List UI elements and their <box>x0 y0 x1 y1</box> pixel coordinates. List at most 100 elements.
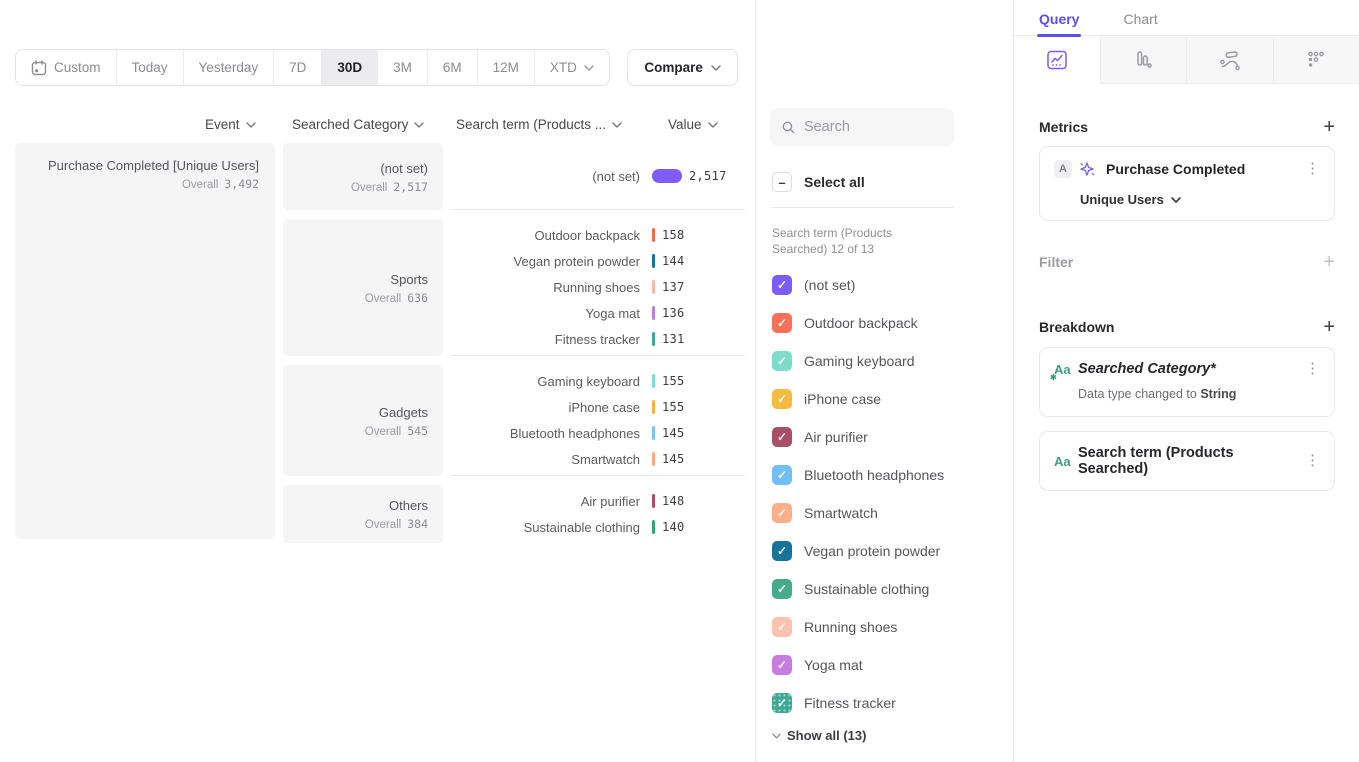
add-breakdown-button[interactable]: + <box>1323 320 1335 334</box>
search-box[interactable] <box>770 108 954 146</box>
select-all-label: Select all <box>804 174 865 190</box>
metric-card[interactable]: A Purchase Completed ⋮ Unique Users <box>1039 146 1335 221</box>
legend-item[interactable]: ✓ Yoga mat <box>770 646 995 684</box>
term-row[interactable]: iPhone case 155 <box>450 394 745 420</box>
category-cell[interactable]: Others Overall384 <box>283 485 443 543</box>
legend-item[interactable]: ✓ Bluetooth headphones <box>770 456 995 494</box>
date-range-12m[interactable]: 12M <box>478 50 535 85</box>
term-row[interactable]: Air purifier 148 <box>450 488 745 514</box>
date-range-6m[interactable]: 6M <box>428 50 478 85</box>
breakdown-section-header: Breakdown + <box>1039 319 1335 335</box>
item-checkbox[interactable]: ✓ <box>772 465 792 485</box>
legend-item[interactable]: ✓ Air purifier <box>770 418 995 456</box>
term-label: Air purifier <box>450 494 640 509</box>
report-tab-retention[interactable] <box>1274 36 1359 84</box>
term-label: iPhone case <box>450 400 640 415</box>
show-all-toggle[interactable]: Show all (13) <box>770 728 995 743</box>
item-checkbox[interactable]: ✓ <box>772 313 792 333</box>
tab-query[interactable]: Query <box>1039 0 1079 35</box>
measure-selector[interactable]: Unique Users <box>1080 192 1320 207</box>
legend-item[interactable]: ✓ Outdoor backpack <box>770 304 995 342</box>
filter-title: Filter <box>1039 254 1073 270</box>
date-range-custom[interactable]: Custom <box>16 50 117 85</box>
compare-button[interactable]: Compare <box>627 49 738 86</box>
term-row[interactable]: Bluetooth headphones 145 <box>450 420 745 446</box>
select-all-checkbox[interactable]: – <box>772 172 792 192</box>
date-range-xtd[interactable]: XTD <box>535 50 609 85</box>
term-row[interactable]: Sustainable clothing 140 <box>450 514 745 540</box>
report-tab-funnels[interactable] <box>1101 36 1188 84</box>
item-checkbox[interactable]: ✓ <box>772 541 792 561</box>
term-rows: (not set) 2,517 <box>450 143 745 210</box>
date-range-today[interactable]: Today <box>117 50 184 85</box>
term-value: 155 <box>662 374 685 388</box>
category-cell[interactable]: Sports Overall636 <box>283 219 443 356</box>
term-value: 140 <box>662 520 685 534</box>
breakdown-kebab-menu[interactable]: ⋮ <box>1305 362 1320 376</box>
breakdown-card[interactable]: Aa Search term (Products Searched) ⋮ <box>1039 431 1335 491</box>
legend-item[interactable]: ✓ Running shoes <box>770 608 995 646</box>
category-group: (not set) Overall2,517 (not set) 2,517 <box>283 143 745 210</box>
term-row[interactable]: Yoga mat 136 <box>450 300 745 326</box>
breakdown-kebab-menu[interactable]: ⋮ <box>1305 454 1320 468</box>
term-value: 148 <box>662 494 685 508</box>
term-row[interactable]: Running shoes 137 <box>450 274 745 300</box>
add-metric-button[interactable]: + <box>1323 120 1335 134</box>
term-row[interactable]: (not set) 2,517 <box>450 163 745 189</box>
column-header-event[interactable]: Event <box>205 117 256 132</box>
item-checkbox[interactable]: ✓ <box>772 693 792 713</box>
event-sparkle-icon <box>1079 161 1096 178</box>
date-range-yesterday[interactable]: Yesterday <box>184 50 275 85</box>
event-cell[interactable]: Purchase Completed [Unique Users] Overal… <box>15 143 275 539</box>
breakdown-note: Data type changed to String <box>1078 387 1320 401</box>
breakdown-card[interactable]: Aa✱ Searched Category* ⋮ Data type chang… <box>1039 347 1335 417</box>
search-input[interactable] <box>804 119 942 135</box>
legend-item[interactable]: ✓ Fitness tracker <box>770 684 995 722</box>
category-name: Others <box>298 497 428 514</box>
item-checkbox[interactable]: ✓ <box>772 617 792 637</box>
item-checkbox[interactable]: ✓ <box>772 579 792 599</box>
legend-item[interactable]: ✓ Vegan protein powder <box>770 532 995 570</box>
category-cell[interactable]: (not set) Overall2,517 <box>283 143 443 210</box>
item-checkbox[interactable]: ✓ <box>772 351 792 371</box>
term-row[interactable]: Smartwatch 145 <box>450 446 745 472</box>
date-range-7d[interactable]: 7D <box>274 50 322 85</box>
legend-item[interactable]: ✓ Sustainable clothing <box>770 570 995 608</box>
metric-kebab-menu[interactable]: ⋮ <box>1305 162 1320 176</box>
select-all-row[interactable]: – Select all <box>770 172 995 192</box>
item-checkbox[interactable]: ✓ <box>772 389 792 409</box>
term-label: Fitness tracker <box>450 332 640 347</box>
value-bar <box>652 400 655 414</box>
tab-chart[interactable]: Chart <box>1123 0 1157 35</box>
date-range-30d[interactable]: 30D <box>322 50 378 85</box>
date-range-3m[interactable]: 3M <box>378 50 428 85</box>
column-header-searched-category[interactable]: Searched Category <box>292 117 424 132</box>
legend-item[interactable]: ✓ Gaming keyboard <box>770 342 995 380</box>
legend-item[interactable]: ✓ (not set) <box>770 266 995 304</box>
value-bar <box>652 169 682 183</box>
column-header-search-term[interactable]: Search term (Products ... <box>456 117 622 132</box>
value-bar <box>652 228 655 242</box>
term-row[interactable]: Vegan protein powder 144 <box>450 248 745 274</box>
item-checkbox[interactable]: ✓ <box>772 503 792 523</box>
item-label: Yoga mat <box>804 657 863 673</box>
column-header-value[interactable]: Value <box>668 117 718 132</box>
add-filter-button[interactable]: + <box>1323 255 1335 269</box>
item-checkbox[interactable]: ✓ <box>772 275 792 295</box>
item-checkbox[interactable]: ✓ <box>772 655 792 675</box>
term-label: Gaming keyboard <box>450 374 640 389</box>
value-bar <box>652 374 655 388</box>
category-cell[interactable]: Gadgets Overall545 <box>283 365 443 476</box>
legend-list: ✓ (not set)✓ Outdoor backpack✓ Gaming ke… <box>770 266 995 722</box>
term-row[interactable]: Gaming keyboard 155 <box>450 368 745 394</box>
term-label: Bluetooth headphones <box>450 426 640 441</box>
item-label: Running shoes <box>804 619 897 635</box>
legend-item[interactable]: ✓ iPhone case <box>770 380 995 418</box>
report-tab-insights[interactable] <box>1014 36 1101 84</box>
legend-item[interactable]: ✓ Smartwatch <box>770 494 995 532</box>
term-row[interactable]: Fitness tracker 131 <box>450 326 745 352</box>
chevron-down-icon <box>1171 197 1181 203</box>
term-row[interactable]: Outdoor backpack 158 <box>450 222 745 248</box>
report-tab-flows[interactable] <box>1187 36 1274 84</box>
item-checkbox[interactable]: ✓ <box>772 427 792 447</box>
